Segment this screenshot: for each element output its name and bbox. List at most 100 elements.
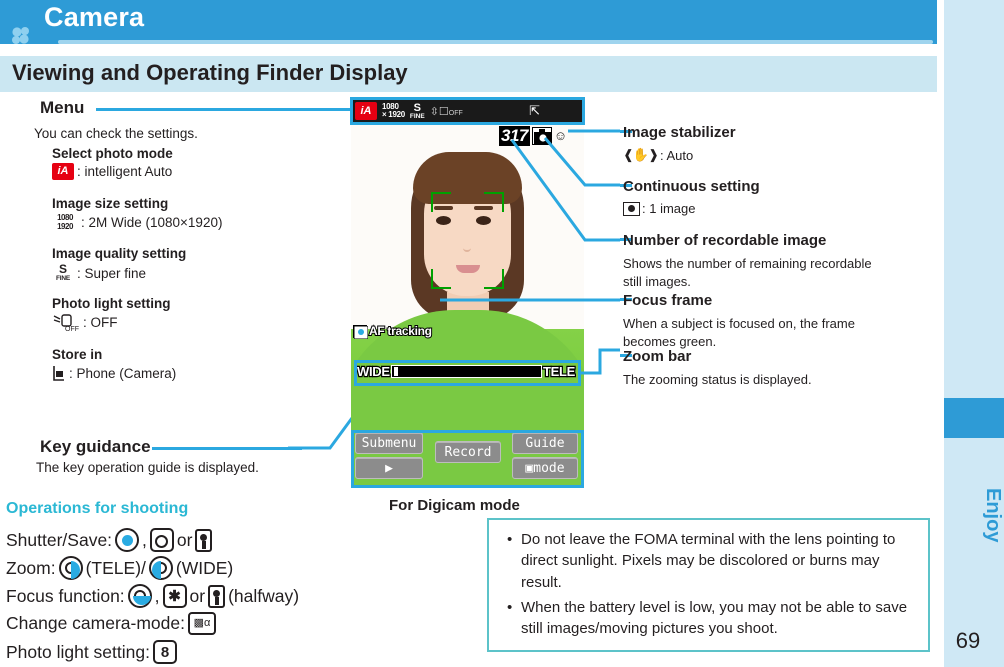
operations-tele-label: (TELE)/ bbox=[85, 557, 146, 578]
af-tracking-label: AF tracking bbox=[368, 323, 433, 339]
menu-label: Menu bbox=[40, 98, 85, 117]
annotation-head-focus-frame: Focus frame bbox=[623, 292, 713, 309]
super-fine-icon: S FINE bbox=[55, 262, 70, 282]
section-title: Viewing and Operating Finder Display bbox=[12, 60, 408, 85]
page-number: 69 bbox=[955, 628, 981, 653]
key-guidance-description: The key operation guide is displayed. bbox=[36, 460, 259, 475]
menu-item-value-row: 1080 1920 : 2M Wide (1080×1920) bbox=[52, 213, 222, 232]
side-tab-label: Enjoy bbox=[982, 487, 1004, 543]
portrait-nose bbox=[463, 242, 471, 252]
menu-item-head: Image size setting bbox=[52, 196, 169, 211]
left-key-icon[interactable] bbox=[148, 556, 173, 580]
camera-icon bbox=[623, 201, 640, 216]
store-phone-icon bbox=[53, 366, 64, 381]
recordable-count: 317 bbox=[499, 126, 530, 146]
operations-row-label: Zoom: bbox=[6, 557, 56, 578]
focus-frame-bracket bbox=[431, 269, 451, 289]
image-size-icon: 1080 1920 bbox=[57, 213, 73, 231]
camera-icon bbox=[531, 127, 552, 145]
side-key-icon[interactable] bbox=[208, 584, 226, 608]
operations-row-photo-light: Photo light setting: 8 bbox=[6, 640, 177, 664]
operations-row-label: Change camera-mode: bbox=[6, 613, 185, 633]
i-alpha-key-icon[interactable]: ▩α bbox=[187, 612, 216, 635]
annotation-desc-focus-frame-line2: becomes green. bbox=[623, 334, 717, 349]
note-item: Do not leave the FOMA terminal with the … bbox=[503, 529, 914, 593]
annotation-head-image-stabilizer: Image stabilizer bbox=[623, 124, 736, 141]
operations-row-conjunction: or bbox=[176, 529, 193, 550]
focus-frame-bracket bbox=[484, 269, 504, 289]
recordable-count-group: 317 ☺ bbox=[499, 126, 567, 146]
down-key-icon[interactable] bbox=[127, 584, 152, 608]
portrait-bangs bbox=[413, 152, 522, 204]
side-tab-active-marker bbox=[944, 398, 1004, 438]
menu-item-value-row: iA : intelligent Auto bbox=[52, 163, 173, 180]
menu-item-head: Store in bbox=[52, 347, 103, 362]
key-guidance-leader-line bbox=[152, 447, 302, 450]
page-title: Camera bbox=[44, 2, 145, 32]
operations-row-conjunction: or bbox=[189, 585, 206, 606]
phone-caption: For Digicam mode bbox=[389, 497, 520, 514]
comma-separator: , bbox=[154, 585, 160, 606]
annotation-desc-focus-frame-line1: When a subject is focused on, the frame bbox=[623, 316, 855, 331]
note-list: Do not leave the FOMA terminal with the … bbox=[489, 520, 928, 639]
portrait-eye-left bbox=[436, 216, 451, 225]
highlight-box-key-guidance bbox=[351, 430, 584, 488]
annotation-desc-zoom-bar-line1: The zooming status is displayed. bbox=[623, 372, 812, 387]
operations-row-label: Shutter/Save: bbox=[6, 529, 113, 550]
asterisk-key-icon[interactable]: ✱ bbox=[162, 584, 187, 608]
menu-item-store-in: Store in : Phone (Camera) bbox=[52, 347, 176, 382]
annotation-head-zoom-bar: Zoom bar bbox=[623, 348, 692, 365]
af-tracking-icon bbox=[353, 324, 369, 339]
menu-item-value-row: S FINE : Super fine bbox=[52, 263, 186, 283]
menu-item-image-size: Image size setting 1080 1920 : 2M Wide (1… bbox=[52, 196, 222, 232]
annotation-value-image-stabilizer-row: ❰✋❱ : Auto bbox=[623, 147, 693, 163]
menu-item-photo-mode: Select photo mode iA : intelligent Auto bbox=[52, 146, 173, 180]
comma-separator: , bbox=[142, 529, 147, 550]
menu-item-value-row: : Phone (Camera) bbox=[52, 364, 176, 382]
menu-item-head: Select photo mode bbox=[52, 146, 173, 161]
operations-row-suffix: (halfway) bbox=[228, 585, 300, 606]
hand-shake-icon: ☺ bbox=[553, 128, 568, 143]
menu-item-head: Photo light setting bbox=[52, 296, 171, 311]
right-key-icon[interactable] bbox=[58, 556, 83, 580]
af-tracking-indicator: AF tracking bbox=[353, 323, 433, 339]
menu-leader-line bbox=[96, 108, 356, 111]
focus-frame-bracket bbox=[484, 192, 504, 212]
annotation-desc-recordable-image-line2: still images. bbox=[623, 274, 691, 289]
operations-wide-label: (WIDE) bbox=[175, 557, 234, 578]
clover-icon bbox=[12, 27, 29, 44]
highlight-box-zoom-bar bbox=[354, 360, 581, 386]
annotation-desc-recordable-image-line1: Shows the number of remaining recordable bbox=[623, 256, 872, 271]
operations-row-shutter: Shutter/Save: , or bbox=[6, 528, 213, 552]
menu-item-value: : OFF bbox=[83, 315, 118, 330]
operations-row-zoom: Zoom: (TELE)/ (WIDE) bbox=[6, 556, 233, 580]
menu-item-value: : Super fine bbox=[77, 265, 147, 281]
menu-item-photo-light: Photo light setting OFF : OFF bbox=[52, 296, 170, 332]
center-key-icon[interactable] bbox=[115, 528, 140, 552]
side-key-icon[interactable] bbox=[195, 528, 213, 552]
menu-item-value-row: OFF : OFF bbox=[52, 313, 170, 332]
annotation-value-continuous-setting: : 1 image bbox=[642, 201, 696, 216]
highlight-box-status-bar bbox=[350, 97, 585, 125]
menu-description: You can check the settings. bbox=[34, 126, 198, 141]
annotation-value-image-stabilizer: : Auto bbox=[659, 147, 694, 163]
svg-text:OFF: OFF bbox=[65, 326, 79, 332]
annotation-head-continuous-setting: Continuous setting bbox=[623, 178, 760, 195]
portrait-eye-right bbox=[476, 216, 491, 225]
operations-row-focus: Focus function: , ✱ or (halfway) bbox=[6, 584, 299, 608]
photo-light-off-icon: OFF bbox=[53, 314, 79, 332]
menu-item-value: : intelligent Auto bbox=[77, 164, 173, 179]
menu-item-value: : Phone (Camera) bbox=[69, 365, 177, 381]
key-guidance-label: Key guidance bbox=[40, 437, 151, 456]
operations-row-label: Photo light setting: bbox=[6, 641, 150, 662]
menu-item-image-quality: Image quality setting S FINE : Super fine bbox=[52, 246, 186, 283]
camera-key-icon[interactable] bbox=[149, 528, 174, 552]
key-guidance-diagonal-leader bbox=[288, 417, 354, 450]
note-box: Do not leave the FOMA terminal with the … bbox=[487, 518, 930, 652]
focus-frame-bracket bbox=[431, 192, 451, 212]
annotation-head-recordable-image: Number of recordable image bbox=[623, 232, 827, 249]
hand-shake-icon: ❰✋❱ bbox=[623, 147, 659, 162]
intelligent-auto-icon: iA bbox=[52, 163, 74, 180]
number-8-key-icon[interactable]: 8 bbox=[152, 640, 177, 664]
header-rule bbox=[58, 40, 933, 44]
